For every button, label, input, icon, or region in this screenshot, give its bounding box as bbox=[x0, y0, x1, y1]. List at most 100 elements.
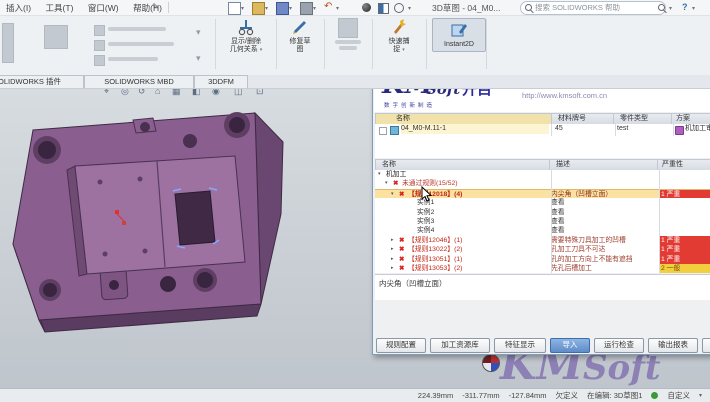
button-label: 显示/删除 bbox=[231, 38, 261, 45]
open-file-icon[interactable] bbox=[252, 2, 265, 15]
menu-insert[interactable]: 插入(I) bbox=[0, 0, 37, 16]
disabled-tool-icon bbox=[44, 25, 68, 49]
tree-label: 实例2 bbox=[417, 208, 435, 216]
quick-snaps-button[interactable]: 快速捕 捉 ▾ bbox=[378, 18, 420, 54]
tree-label: 【规则13053】(2) bbox=[408, 265, 463, 272]
button-label: 几何关系 bbox=[229, 46, 258, 53]
editing-state: 在编辑: 3D草图1 bbox=[587, 391, 643, 400]
view-link[interactable]: 查看 bbox=[551, 198, 657, 207]
column-label: 名称 bbox=[396, 115, 410, 122]
button-label: Instant2D bbox=[444, 41, 474, 48]
new-file-icon[interactable] bbox=[228, 2, 241, 15]
expand-icon[interactable]: ▾ bbox=[378, 170, 381, 179]
expand-icon[interactable]: ▸ bbox=[391, 245, 394, 254]
feature-display-button[interactable]: 特征显示 bbox=[494, 338, 546, 353]
settings-icon[interactable] bbox=[394, 3, 404, 13]
import-button[interactable]: 导入 bbox=[550, 338, 590, 353]
repair-sketch-icon bbox=[293, 21, 306, 34]
menu-window[interactable]: 窗口(W) bbox=[82, 0, 125, 16]
ribbon-separator bbox=[372, 19, 373, 69]
commandmanager-tabs: SOLIDWORKS 插件 SOLIDWORKS MBD 3DDFM bbox=[0, 75, 710, 89]
help-dropdown[interactable]: ▾ bbox=[692, 5, 695, 12]
export-report-button[interactable]: 输出报表 bbox=[648, 338, 698, 353]
undo-icon[interactable]: ↶ bbox=[324, 1, 332, 12]
expand-icon[interactable]: ▸ bbox=[391, 255, 394, 264]
button-label: 图 bbox=[296, 46, 304, 53]
ribbon-separator bbox=[324, 19, 325, 69]
instant2d-icon bbox=[451, 24, 467, 37]
customize-dropdown-icon[interactable]: ▾ bbox=[699, 392, 702, 399]
cad-model[interactable] bbox=[5, 94, 355, 374]
expand-icon[interactable]: ▸ bbox=[391, 236, 394, 245]
group-dropdown[interactable]: ▾ bbox=[196, 27, 201, 38]
menu-tools[interactable]: 工具(T) bbox=[40, 0, 80, 16]
parts-table-empty bbox=[375, 136, 710, 158]
instant2d-button[interactable]: Instant2D bbox=[432, 18, 486, 52]
clipped-tool-icon bbox=[2, 23, 14, 63]
run-check-button[interactable]: 运行检查 bbox=[594, 338, 644, 353]
ribbon-separator bbox=[276, 19, 277, 69]
fail-icon: ✖ bbox=[399, 246, 405, 254]
grid-line bbox=[673, 124, 674, 136]
disabled-label bbox=[108, 42, 174, 46]
tree-label: 【规则13051】(1) bbox=[408, 255, 463, 263]
sphere-icon[interactable] bbox=[362, 3, 371, 12]
search-dropdown[interactable]: ▾ bbox=[669, 5, 672, 12]
tab-solidworks-addins[interactable]: SOLIDWORKS 插件 bbox=[0, 75, 84, 88]
coord-y: -311.77mm bbox=[462, 391, 500, 400]
help-icon[interactable]: ? bbox=[682, 2, 688, 12]
view-link[interactable]: 查看 bbox=[551, 226, 657, 235]
rule-description: 需要特殊刀具加工的凹槽 bbox=[551, 236, 626, 244]
ribbon-separator bbox=[426, 19, 427, 69]
tab-solidworks-mbd[interactable]: SOLIDWORKS MBD bbox=[84, 75, 194, 88]
pin-icon[interactable]: ✎ bbox=[152, 2, 159, 11]
ribbon-separator bbox=[215, 19, 216, 69]
search-input[interactable]: 搜索 SOLIDWORKS 帮助 bbox=[520, 1, 666, 15]
product-url[interactable]: http://www.kmsoft.com.cn bbox=[522, 91, 607, 100]
icons-dropdown[interactable]: ▾ bbox=[408, 5, 411, 12]
fail-icon: ✖ bbox=[399, 255, 405, 263]
disabled-label bbox=[335, 40, 361, 44]
repair-sketch-button[interactable]: 修复草 图 bbox=[282, 18, 318, 54]
search-icon[interactable] bbox=[658, 4, 665, 11]
grid-line bbox=[551, 124, 552, 136]
group-dropdown[interactable]: ▾ bbox=[196, 53, 201, 64]
print-icon[interactable] bbox=[300, 2, 313, 15]
window-title: 3D草图 - 04_M0... bbox=[432, 3, 501, 13]
tree-label: 实例3 bbox=[417, 218, 435, 225]
tree-label: 【规则12046】(1) bbox=[408, 236, 463, 244]
severity-badge: 1 严重 bbox=[659, 245, 710, 255]
relations-icon bbox=[238, 20, 254, 36]
part-checkbox[interactable] bbox=[379, 127, 387, 135]
column-label: 材料牌号 bbox=[558, 115, 586, 122]
disabled-tool-icon bbox=[94, 25, 105, 36]
new-file-dropdown: ▾ bbox=[241, 6, 245, 12]
fail-icon: ✖ bbox=[399, 265, 405, 272]
display-delete-relations-button[interactable]: 显示/删除 几何关系 ▾ bbox=[222, 18, 270, 54]
save-dropdown: ▾ bbox=[289, 6, 293, 12]
scheme-icon bbox=[675, 126, 684, 135]
part-name[interactable]: 04_M0-M.11-1 bbox=[401, 124, 549, 134]
part-type: test bbox=[617, 125, 629, 132]
mouse-cursor-icon bbox=[421, 186, 433, 202]
expand-icon[interactable]: ▸ bbox=[391, 264, 394, 273]
expand-icon[interactable]: ▾ bbox=[385, 179, 388, 188]
part-scheme[interactable]: 机加工审查 bbox=[685, 124, 710, 134]
rule-config-button[interactable]: 规则配置 bbox=[376, 338, 426, 353]
menu-help[interactable]: 帮助(H) bbox=[127, 0, 168, 16]
disabled-label bbox=[108, 27, 166, 31]
customize-menu[interactable]: 自定义 bbox=[667, 390, 690, 401]
part-cube-icon bbox=[390, 126, 399, 135]
panel-toggle-icon[interactable] bbox=[378, 3, 389, 14]
tab-3ddfm[interactable]: 3DDFM bbox=[194, 75, 248, 88]
save-icon[interactable] bbox=[276, 2, 289, 15]
toolbar-separator bbox=[168, 2, 169, 13]
resource-library-button[interactable]: 加工资源库 bbox=[430, 338, 490, 353]
coord-x: 224.39mm bbox=[417, 391, 454, 400]
view-link[interactable]: 查看 bbox=[551, 208, 657, 217]
fail-icon: ✖ bbox=[393, 180, 399, 188]
view-link[interactable]: 查看 bbox=[551, 217, 657, 226]
exit-button[interactable]: 退出 bbox=[702, 338, 710, 353]
open-file-dropdown: ▾ bbox=[265, 6, 269, 12]
menu-bar: 插入(I) 工具(T) 窗口(W) 帮助(H) ✎ ▾ ▾ ▾ ▾ ↶ ▾ ▾ 3… bbox=[0, 0, 710, 16]
